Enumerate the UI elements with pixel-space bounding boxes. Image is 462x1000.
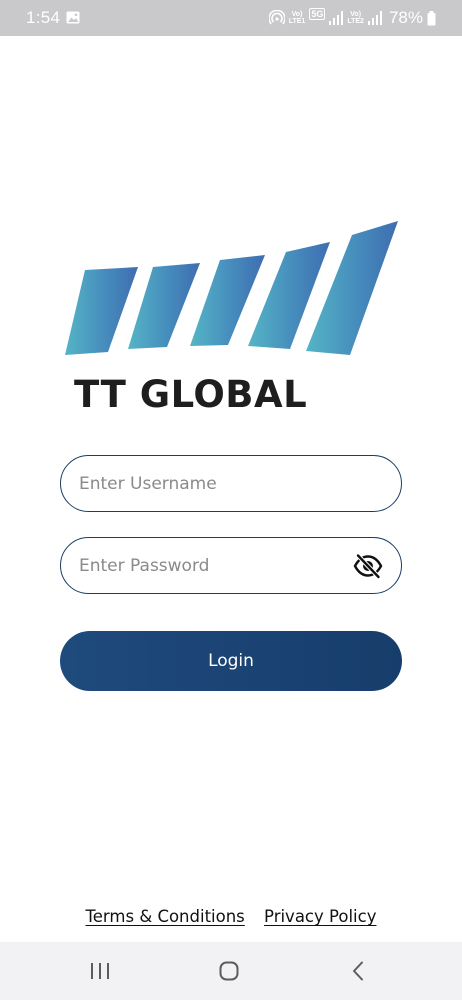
brand-logo xyxy=(65,221,398,355)
footer-links: Terms & Conditions Privacy Policy xyxy=(0,907,462,926)
logo-bar-5 xyxy=(306,221,398,355)
username-input[interactable] xyxy=(79,456,339,511)
logo-bar-1 xyxy=(65,267,138,355)
privacy-link[interactable]: Privacy Policy xyxy=(264,907,376,926)
battery-icon xyxy=(427,10,436,25)
sim2-indicator: Vo) LTE2 xyxy=(347,11,364,25)
gallery-icon xyxy=(66,11,80,24)
password-input[interactable] xyxy=(79,538,339,593)
login-button[interactable]: Login xyxy=(60,631,402,691)
recents-icon[interactable] xyxy=(88,959,112,983)
navigation-bar xyxy=(0,942,462,1000)
back-icon[interactable] xyxy=(347,959,371,983)
sim1-indicator: Vo) LTE1 xyxy=(289,11,306,25)
network-badge: 5G xyxy=(309,8,326,20)
signal-icon xyxy=(367,11,382,25)
login-screen: 1:54 Vo) LTE1 5G Vo) LTE2 78% TT GLOBAL … xyxy=(0,0,462,1000)
home-icon[interactable] xyxy=(217,959,241,983)
terms-link[interactable]: Terms & Conditions xyxy=(86,907,245,926)
sim2-label-top: Vo) xyxy=(350,11,362,18)
hotspot-icon xyxy=(268,10,285,25)
sim2-label-bottom: LTE2 xyxy=(347,18,364,25)
status-time: 1:54 xyxy=(26,8,61,27)
sim1-label-bottom: LTE1 xyxy=(288,18,306,25)
sim1-label-top: Vo) xyxy=(291,11,303,18)
status-icons: Vo) LTE1 5G Vo) LTE2 78% xyxy=(268,7,436,29)
brand-name: TT GLOBAL xyxy=(74,373,308,416)
password-field[interactable] xyxy=(60,537,402,594)
signal-icon xyxy=(329,11,344,25)
eye-off-icon[interactable] xyxy=(353,553,383,579)
battery-percentage: 78% xyxy=(388,8,423,27)
username-field[interactable] xyxy=(60,455,402,512)
logo-bar-2 xyxy=(128,263,200,349)
status-bar: 1:54 Vo) LTE1 5G Vo) LTE2 78% xyxy=(0,0,462,36)
